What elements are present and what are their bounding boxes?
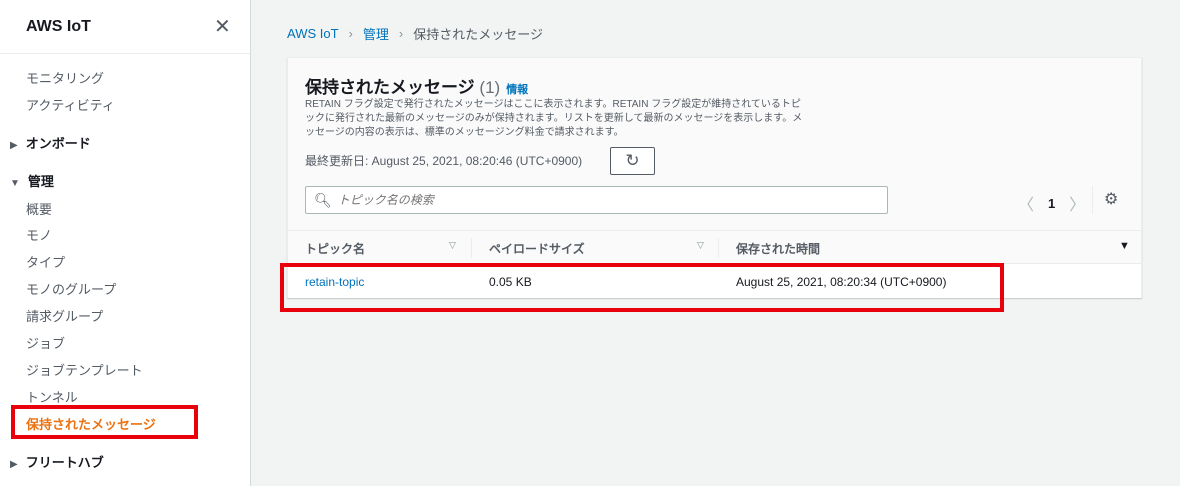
sidebar-section-fleet-hub[interactable]: ▶ フリートハブ [10,452,104,471]
sidebar-item-job-templates[interactable]: ジョブテンプレート [26,360,143,379]
section-label: フリートハブ [25,455,104,470]
close-icon[interactable]: ✕ [214,14,231,39]
sidebar-item-activity[interactable]: アクティビティ [26,95,115,114]
chevron-right-icon: › [348,26,353,41]
breadcrumb-aws-iot[interactable]: AWS IoT [287,26,339,41]
info-link[interactable]: 情報 [506,84,528,96]
section-label: オンボード [25,136,91,151]
sidebar-item-thing-groups[interactable]: モノのグループ [26,279,116,298]
divider [0,53,250,54]
breadcrumb-manage[interactable]: 管理 [363,24,389,43]
title-text: 保持されたメッセージ [305,78,475,97]
caret-down-icon: ▼ [10,178,20,189]
table-header: トピック名 ▽ ペイロードサイズ ▽ 保存された時間 ▼ [288,230,1141,264]
column-topic-name[interactable]: トピック名 [305,240,365,257]
sidebar-item-overview[interactable]: 概要 [26,199,52,218]
pagination: 〈 1 〉 [1018,191,1085,215]
breadcrumb-current: 保持されたメッセージ [413,27,543,42]
sort-icon[interactable]: ▽ [697,240,704,251]
description: RETAIN フラグ設定で発行されたメッセージはここに表示されます。RETAIN… [305,99,803,138]
search-input[interactable] [337,193,887,207]
refresh-button[interactable]: ↻ [610,147,655,175]
sidebar-item-types[interactable]: タイプ [26,252,65,271]
divider [471,238,472,258]
column-saved-time[interactable]: 保存された時間 [736,240,820,257]
next-page-icon[interactable]: 〉 [1069,191,1085,215]
divider [1092,186,1093,214]
retained-messages-panel: 保持されたメッセージ (1) 情報 RETAIN フラグ設定で発行されたメッセージ… [287,57,1142,298]
highlight-box [280,263,1004,312]
sidebar-item-billing-groups[interactable]: 請求グループ [26,306,103,325]
chevron-right-icon: › [398,26,404,41]
sidebar-item-things[interactable]: モノ [26,225,52,244]
sidebar-title: AWS IoT [26,18,91,35]
search-field[interactable]: 🔍︎ [305,186,888,214]
divider [718,238,719,258]
highlight-box [11,405,198,439]
sidebar-item-jobs[interactable]: ジョブ [26,333,65,352]
sidebar-section-onboard[interactable]: ▶ オンボード [10,133,91,152]
column-payload-size[interactable]: ペイロードサイズ [489,240,585,257]
sort-desc-icon[interactable]: ▼ [1119,240,1130,252]
search-icon: 🔍︎ [314,191,332,208]
breadcrumb: AWS IoT › 管理 › 保持されたメッセージ [287,24,543,43]
sidebar-item-monitoring[interactable]: モニタリング [26,68,104,87]
prev-page-icon[interactable]: 〈 [1018,191,1034,215]
current-page[interactable]: 1 [1048,196,1055,211]
last-updated: 最終更新日: August 25, 2021, 08:20:46 (UTC+09… [305,154,583,168]
caret-right-icon: ▶ [10,140,18,151]
caret-right-icon: ▶ [10,459,18,470]
item-count: (1) [479,78,501,97]
page-title: 保持されたメッセージ (1) 情報 [305,73,528,98]
sidebar-item-tunnels[interactable]: トンネル [26,387,78,406]
sort-icon[interactable]: ▽ [449,240,456,251]
sidebar-section-manage[interactable]: ▼ 管理 [10,171,54,190]
section-label: 管理 [27,174,54,189]
refresh-icon: ↻ [625,151,640,170]
gear-icon[interactable]: ⚙ [1104,189,1118,209]
